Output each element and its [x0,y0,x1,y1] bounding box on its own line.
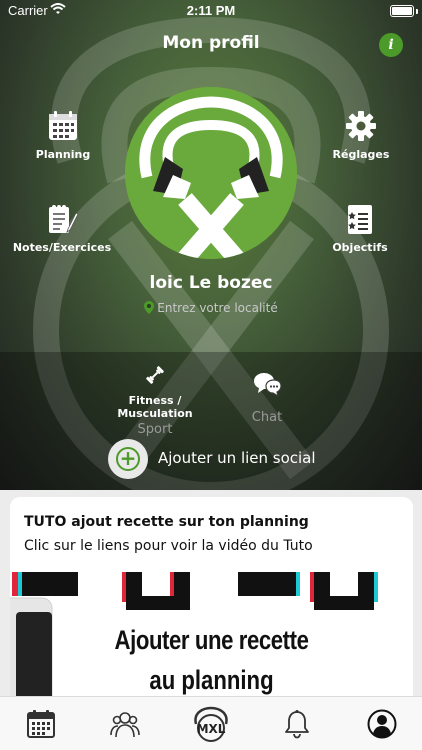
dumbbell-icon [146,366,164,384]
menu-notes[interactable]: Notes/Exercices [12,203,112,254]
user-name: loic Le bozec [149,273,273,293]
profile-header: Carrier 2:11 PM Mon profil i Planning Ré… [0,0,422,490]
avatar[interactable]: X [125,87,297,259]
tab-sport[interactable]: Fitness / Musculation Sport [90,364,220,437]
battery-fill [392,7,412,15]
menu-goals[interactable]: Objectifs [320,203,400,254]
menu-settings-label: Réglages [332,148,390,161]
thumbnail-text-line1: Ajouter une recette [114,625,309,655]
status-bar: Carrier 2:11 PM [0,0,422,22]
menu-settings[interactable]: Réglages [326,110,396,161]
avatar-logo: X [125,87,297,259]
menu-notes-label: Notes/Exercices [12,241,112,254]
status-time: 2:11 PM [186,3,236,18]
add-social-link-label: Ajouter un lien social [158,449,316,467]
tutorial-card[interactable]: TUTO ajout recette sur ton planning Clic… [10,497,413,696]
thumbnail-text-line2: au planning [149,665,274,695]
menu-goals-label: Objectifs [332,241,388,254]
nav-profile-icon[interactable] [367,709,397,739]
tab-chat[interactable]: Chat [235,372,299,425]
notepad-pencil-icon [49,205,78,233]
battery-cap [416,9,418,14]
menu-planning[interactable]: Planning [28,110,98,161]
calendar-icon [49,111,77,140]
tab-chat-label: Chat [251,410,283,425]
nav-calendar-icon[interactable] [26,709,56,739]
checklist-icon [348,205,372,234]
location-placeholder: Entrez votre localité [157,301,278,315]
card-title: TUTO ajout recette sur ton planning [24,514,309,530]
nav-brand-logo-icon[interactable]: MXL [190,706,232,742]
feed-area: TUTO ajout recette sur ton planning Clic… [0,490,422,696]
brand-logo-text: MXL [197,722,226,736]
location-field[interactable]: Entrez votre localité [0,301,422,315]
location-pin-icon [144,301,155,314]
page-title: Mon profil [162,33,260,53]
video-thumbnail[interactable]: Ajouter une recette au planning [10,570,413,696]
nav-community-icon[interactable] [110,709,140,739]
gear-icon [346,111,376,141]
tab-sport-value: Fitness / Musculation [117,394,193,420]
card-subtitle[interactable]: Clic sur le liens pour voir la vidéo du … [24,538,313,554]
menu-planning-label: Planning [35,148,91,161]
bottom-tab-bar: MXL [0,696,422,750]
chat-bubbles-icon [254,373,282,398]
nav-bell-icon[interactable] [282,709,312,739]
plus-glyph: + [116,447,140,471]
battery-icon [390,5,414,17]
tab-sport-label: Sport [137,422,173,437]
plus-circle-icon: + [108,439,148,479]
info-icon: i [388,37,394,53]
info-button[interactable]: i [379,33,403,57]
